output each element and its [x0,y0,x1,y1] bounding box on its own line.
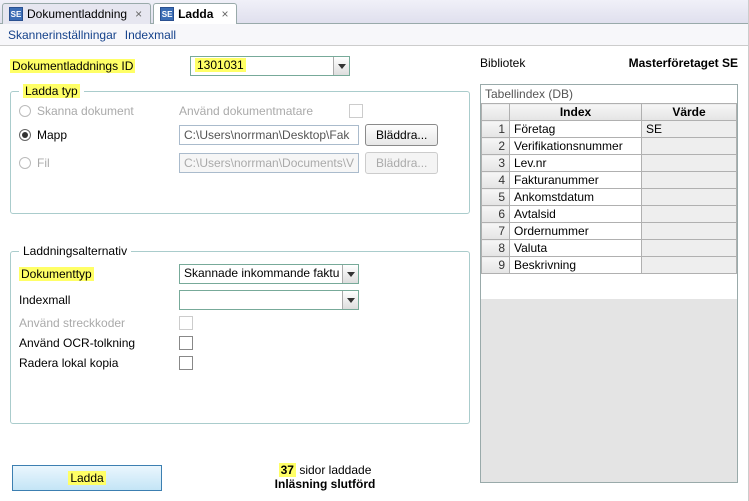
load-options-legend: Laddningsalternativ [19,244,131,258]
document-type-label: Dokumenttyp [19,267,179,281]
load-type-legend: Ladda typ [23,84,80,98]
row-value[interactable] [642,155,737,172]
use-ocr-checkbox[interactable] [179,336,193,350]
close-icon[interactable]: × [135,7,142,21]
tab-label: Ladda [178,7,213,21]
tab-ladda[interactable]: SE Ladda × [153,3,237,24]
menubar: Skannerinställningar Indexmall [0,24,748,46]
table-index-panel: Tabellindex (DB) Index Värde 1FöretagSE2… [480,84,738,483]
table-row[interactable]: 9Beskrivning [482,257,737,274]
use-ocr-label: Använd OCR-tolkning [19,336,179,350]
row-value[interactable] [642,240,737,257]
row-value[interactable] [642,172,737,189]
table-row[interactable]: 4Fakturanummer [482,172,737,189]
row-value[interactable] [642,189,737,206]
row-value[interactable] [642,257,737,274]
row-number: 9 [482,257,510,274]
table-row[interactable]: 5Ankomstdatum [482,189,737,206]
row-value[interactable] [642,223,737,240]
col-index[interactable]: Index [510,104,642,121]
row-number: 6 [482,206,510,223]
index-template-label: Indexmall [19,293,179,307]
table-row[interactable]: 1FöretagSE [482,121,737,138]
use-feeder-checkbox [349,104,363,118]
chevron-down-icon[interactable] [333,57,349,75]
library-label: Bibliotek [480,56,525,70]
browse-file-button: Bläddra... [365,152,438,174]
radio-file-label: Fil [37,156,50,170]
delete-local-copy-checkbox[interactable] [179,356,193,370]
file-path-input [179,153,359,173]
row-number: 8 [482,240,510,257]
row-index: Avtalsid [510,206,642,223]
row-value[interactable]: SE [642,121,737,138]
chevron-down-icon[interactable] [342,291,358,309]
delete-local-copy-label: Radera lokal kopia [19,356,179,370]
index-template-select[interactable] [179,290,359,310]
table-row[interactable]: 6Avtalsid [482,206,737,223]
row-index: Verifikationsnummer [510,138,642,155]
folder-path-input[interactable] [179,125,359,145]
radio-scan-label: Skanna dokument [37,104,134,118]
row-number: 2 [482,138,510,155]
load-button[interactable]: Ladda [12,465,162,491]
browse-folder-button[interactable]: Bläddra... [365,124,438,146]
radio-file[interactable] [19,157,31,169]
doc-loading-id-select[interactable]: 1301031 [190,56,350,76]
doc-loading-id-value: 1301031 [195,58,246,72]
row-value[interactable] [642,138,737,155]
radio-scan-document[interactable] [19,105,31,117]
status-area: 37 sidor laddade Inläsning slutförd [190,463,460,491]
use-barcodes-checkbox [179,316,193,330]
radio-folder-label: Mapp [37,128,67,142]
document-tabstrip: SE Dokumentladdning × SE Ladda × [0,0,748,24]
row-number: 4 [482,172,510,189]
row-index: Ordernummer [510,223,642,240]
use-barcodes-label: Använd streckkoder [19,316,179,330]
table-title: Tabellindex (DB) [481,85,737,103]
menu-scanner-settings[interactable]: Skannerinställningar [8,28,117,42]
row-index: Beskrivning [510,257,642,274]
table-row[interactable]: 2Verifikationsnummer [482,138,737,155]
load-options-group: Laddningsalternativ Dokumenttyp Skannade… [10,244,470,424]
row-number: 3 [482,155,510,172]
row-index: Fakturanummer [510,172,642,189]
doc-loading-id-label: Dokumentladdnings ID [10,59,190,73]
col-value[interactable]: Värde [642,104,737,121]
table-header-row: Index Värde [482,104,737,121]
row-index: Företag [510,121,642,138]
flag-se-icon: SE [160,7,174,21]
row-index: Lev.nr [510,155,642,172]
table-row[interactable]: 8Valuta [482,240,737,257]
use-feeder-label: Använd dokumentmatare [179,104,349,118]
table-row[interactable]: 3Lev.nr [482,155,737,172]
row-index: Valuta [510,240,642,257]
tab-dokumentladdning[interactable]: SE Dokumentladdning × [2,3,151,24]
row-number: 7 [482,223,510,240]
row-number: 5 [482,189,510,206]
close-icon[interactable]: × [221,7,228,21]
table-row[interactable]: 7Ordernummer [482,223,737,240]
pages-suffix: sidor laddade [296,463,371,477]
tab-label: Dokumentladdning [27,7,127,21]
chevron-down-icon[interactable] [342,265,358,283]
load-complete-text: Inläsning slutförd [190,477,460,491]
pages-count: 37 [281,463,294,477]
flag-se-icon: SE [9,7,23,21]
row-value[interactable] [642,206,737,223]
library-value: Masterföretaget SE [629,56,738,70]
row-number: 1 [482,121,510,138]
document-type-select[interactable]: Skannade inkommande faktu [179,264,359,284]
row-index: Ankomstdatum [510,189,642,206]
load-type-group: Ladda typ Skanna dokument Använd dokumen… [10,84,470,214]
radio-folder[interactable] [19,129,31,141]
menu-index-template[interactable]: Indexmall [125,28,176,42]
